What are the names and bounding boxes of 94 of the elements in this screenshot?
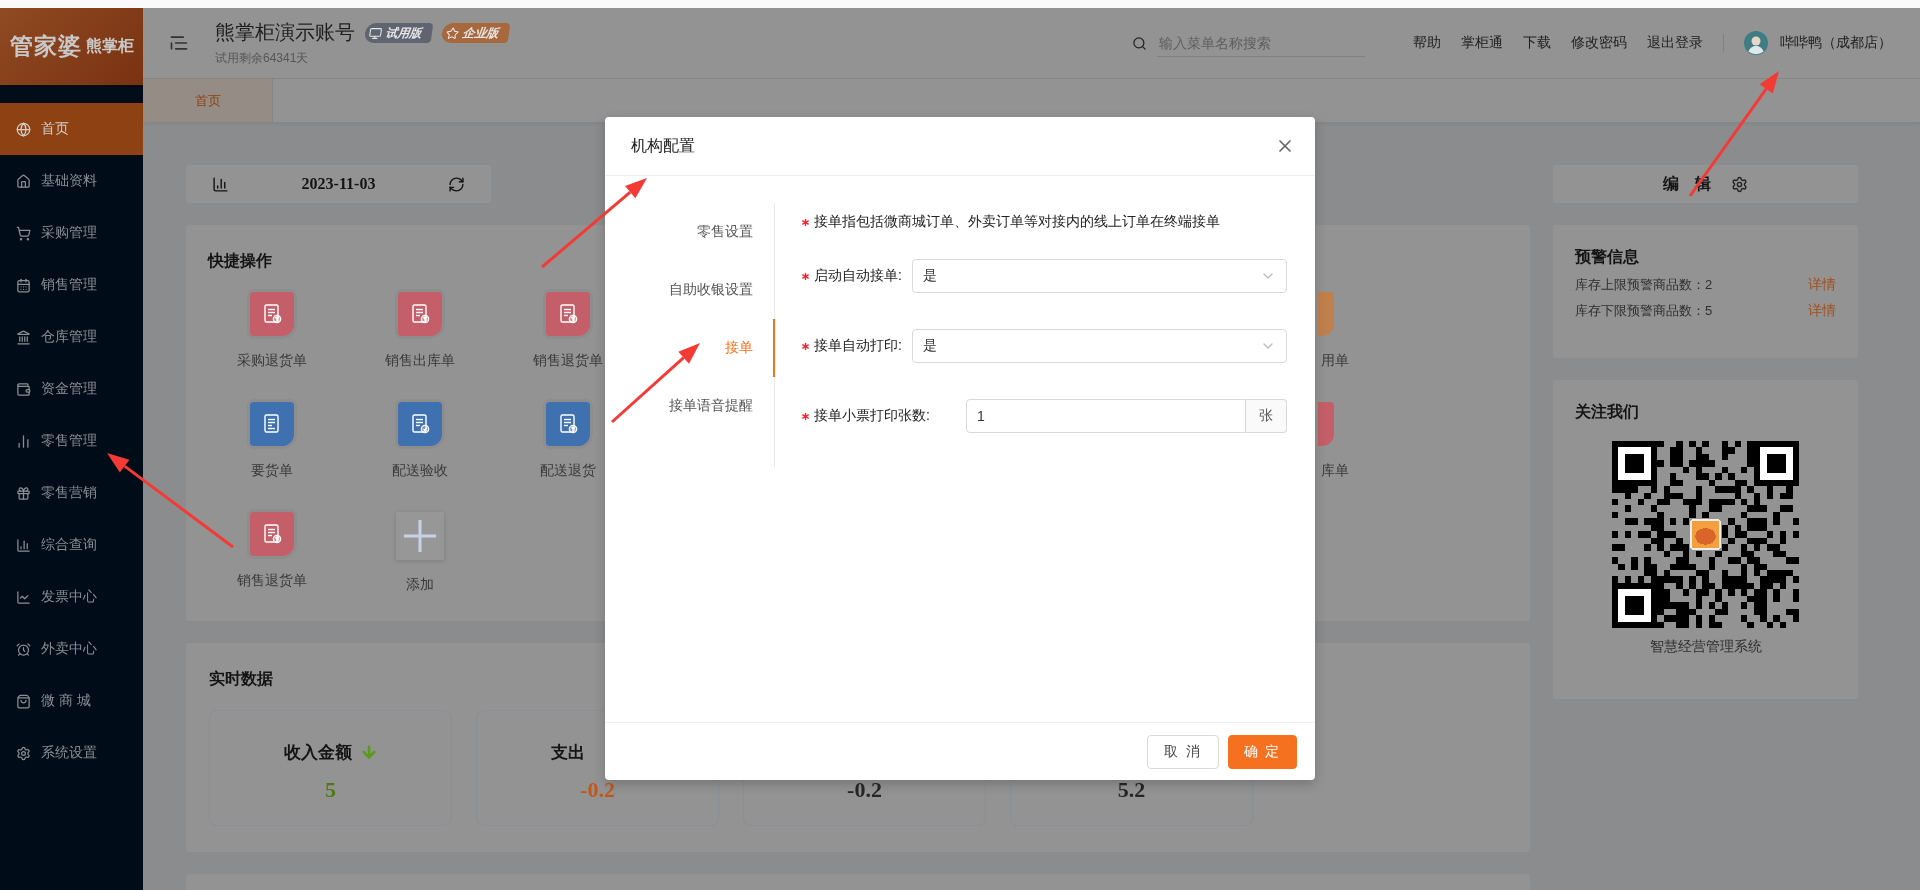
field-label: 启动自动接单:	[814, 267, 902, 285]
card-title: 快捷操作	[206, 251, 273, 271]
account-name: 熊掌柜演示账号	[215, 20, 355, 45]
alarm-icon	[16, 641, 31, 657]
action-tile[interactable]	[250, 512, 294, 556]
stat-value: -0.2	[847, 777, 882, 803]
action-tile[interactable]	[1318, 402, 1334, 446]
star-icon	[445, 26, 460, 39]
action-label[interactable]: 库单	[1321, 462, 1349, 480]
action-label[interactable]: 要货单	[251, 462, 293, 480]
cart-icon	[16, 225, 31, 241]
action-label[interactable]: 用单	[1321, 352, 1349, 370]
stat-value: 5	[325, 777, 336, 803]
chart-icon[interactable]	[212, 175, 229, 193]
bank-icon	[16, 329, 31, 345]
globe-icon	[16, 121, 31, 137]
home-icon	[16, 173, 31, 189]
edition-badge: 试用版	[363, 22, 434, 43]
number-field[interactable]: 1	[965, 399, 1246, 433]
plus-icon	[402, 518, 438, 554]
field-label: 接单小票打印张数:	[814, 407, 930, 425]
sidebar-item[interactable]: 微 商 城	[0, 675, 143, 727]
sidebar-item[interactable]: 发票中心	[0, 571, 143, 623]
action-tile[interactable]	[398, 402, 442, 446]
logo-brand: 管家婆	[9, 32, 82, 61]
sidebar-item[interactable]: 零售管理	[0, 415, 143, 467]
header-link[interactable]: 退出登录	[1647, 34, 1703, 52]
card-title: 实时数据	[209, 669, 274, 689]
sidebar-item[interactable]: 采购管理	[0, 207, 143, 259]
search-icon[interactable]	[1132, 35, 1147, 51]
action-label[interactable]: 销售出库单	[385, 352, 455, 370]
menu-icon[interactable]	[169, 33, 189, 53]
refresh-icon[interactable]	[448, 175, 465, 193]
action-label[interactable]: 采购退货单	[237, 352, 307, 370]
action-tile[interactable]	[1318, 292, 1334, 336]
sidebar-item[interactable]: 综合查询	[0, 519, 143, 571]
unit-label: 张	[1246, 399, 1287, 433]
date: 2023-11-03	[301, 175, 376, 193]
header-link[interactable]: 修改密码	[1571, 34, 1627, 52]
action-label[interactable]: 销售退货单	[237, 572, 307, 590]
settings-icon	[16, 745, 31, 761]
sidebar-item[interactable]: 系统设置	[0, 727, 143, 779]
cancel-button[interactable]: 取 消	[1147, 734, 1219, 769]
select-field[interactable]: 是	[911, 259, 1287, 293]
line-chart-icon	[16, 589, 31, 605]
header-link[interactable]: 帮助	[1413, 34, 1441, 52]
stat-label: 支出	[550, 741, 585, 764]
sidebar-item[interactable]: 销售管理	[0, 259, 143, 311]
action-label[interactable]: 配送退货	[540, 462, 596, 480]
action-tile[interactable]	[398, 292, 442, 336]
settings-icon[interactable]	[1731, 175, 1749, 193]
stat-value: 5.2	[1117, 777, 1146, 803]
select-field[interactable]: 是	[911, 329, 1287, 363]
sidebar-item[interactable]: 首页	[0, 103, 143, 155]
action-tile[interactable]	[546, 292, 590, 336]
card-title: 关注我们	[1575, 402, 1639, 422]
dialog-nav-item[interactable]: 自助收银设置	[605, 261, 775, 319]
wallet-icon	[16, 381, 31, 397]
logo-product: 熊掌柜	[85, 36, 134, 56]
monitor-icon	[368, 26, 383, 39]
action-label[interactable]: 销售退货单	[533, 352, 603, 370]
action-tile[interactable]	[546, 402, 590, 446]
stat-value: -0.2	[580, 777, 615, 803]
dialog-title: 机构配置	[631, 135, 695, 156]
user-name[interactable]: 哔哔鸭（成都店）	[1780, 34, 1892, 52]
confirm-button[interactable]: 确 定	[1228, 734, 1297, 769]
note-text: 接单指包括微商城订单、外卖订单等对接内的线上订单在终端接单	[814, 213, 1220, 231]
dialog-nav-item[interactable]: 接单语音提醒	[605, 377, 775, 435]
dialog-nav-item[interactable]: 零售设置	[605, 203, 775, 261]
action-tile[interactable]	[250, 402, 294, 446]
qr-caption: 智慧经营管理系统	[1649, 638, 1762, 656]
field-label: 接单自动打印:	[814, 337, 902, 355]
sidebar-item[interactable]: 外卖中心	[0, 623, 143, 675]
header-link[interactable]: 掌柜通	[1461, 34, 1503, 52]
shopping-bag-icon	[16, 693, 31, 709]
bar-chart-icon	[16, 433, 31, 449]
alert-text: 库存下限预警商品数：5	[1575, 302, 1713, 320]
alert-text: 库存上限预警商品数：2	[1575, 276, 1713, 294]
action-label[interactable]: 添加	[406, 576, 434, 594]
sidebar-item[interactable]: 基础资料	[0, 155, 143, 207]
avatar[interactable]	[1744, 31, 1768, 55]
action-label[interactable]: 配送验收	[392, 462, 448, 480]
header-link[interactable]: 下载	[1523, 34, 1551, 52]
stat-label: 收入金额	[283, 741, 352, 764]
bar-chart-icon	[16, 537, 31, 553]
card-title: 预警信息	[1575, 247, 1640, 267]
edition-badge: 企业版	[440, 22, 511, 43]
gift-icon	[16, 485, 31, 501]
add-tile[interactable]	[396, 512, 444, 560]
calendar-icon	[16, 277, 31, 293]
sidebar-item[interactable]: 零售营销	[0, 467, 143, 519]
action-tile[interactable]	[250, 292, 294, 336]
sidebar-item[interactable]: 资金管理	[0, 363, 143, 415]
sidebar-item[interactable]: 仓库管理	[0, 311, 143, 363]
